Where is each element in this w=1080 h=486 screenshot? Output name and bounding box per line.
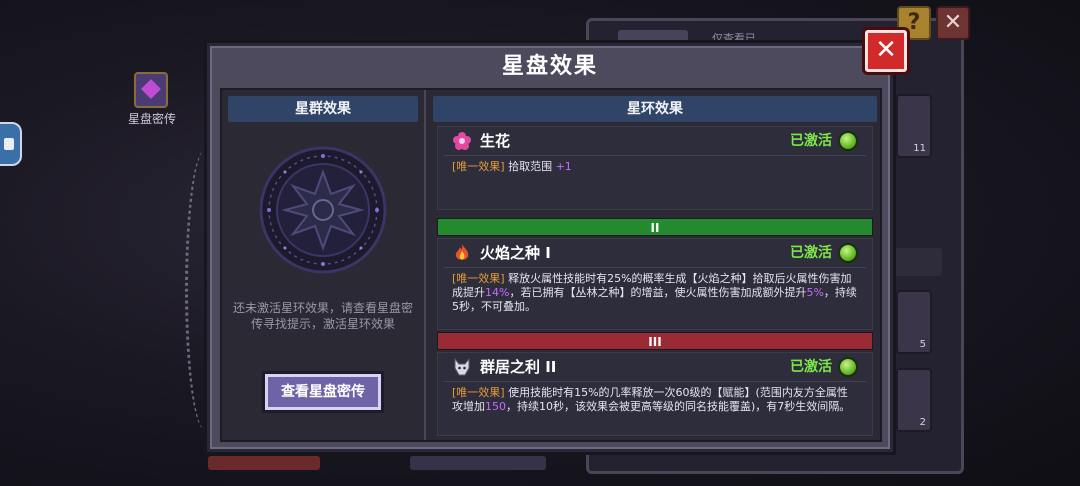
effect-card: 火焰之种 I 已激活 [唯一效果] 释放火属性技能时有25%的概率生成【火焰之种… bbox=[437, 238, 873, 330]
effect-name: 生花 bbox=[480, 132, 511, 150]
close-button[interactable]: ✕ bbox=[865, 30, 907, 72]
dialog-title: 星盘效果 bbox=[501, 54, 598, 79]
constellation-hint: 还未激活星环效果，请查看星盘密传寻找提示，激活星环效果 bbox=[232, 301, 413, 331]
active-indicator-icon bbox=[838, 131, 858, 151]
wolf-pack-icon bbox=[454, 357, 470, 376]
background-bottom-button[interactable] bbox=[410, 456, 546, 470]
starchart-label: 星盘密传 bbox=[127, 112, 176, 126]
effect-description: [唯一效果] 释放火属性技能时有25%的概率生成【火焰之种】拾取后火属性伤害加成… bbox=[444, 267, 866, 318]
effect-status: 已激活 bbox=[790, 359, 832, 375]
effect-name: 火焰之种 I bbox=[480, 244, 551, 262]
tier-divider: II bbox=[437, 218, 873, 236]
starchart-effects-dialog: 星盘效果 ✕ 星群效果 还未激活星环效果，请查看星盘密传寻找提示，激活星环效果 bbox=[207, 30, 907, 452]
active-indicator-icon bbox=[838, 357, 858, 377]
starchart-icon[interactable] bbox=[134, 72, 168, 108]
effect-tag: [唯一效果] bbox=[452, 272, 505, 285]
effect-name: 群居之利 II bbox=[480, 358, 557, 376]
side-tab-button[interactable] bbox=[0, 122, 22, 166]
star-dial-icon bbox=[259, 146, 387, 274]
inventory-slot[interactable]: 5 bbox=[896, 290, 932, 354]
background-bar bbox=[890, 248, 942, 276]
background-close-button[interactable]: ✕ bbox=[936, 6, 970, 40]
effect-description: [唯一效果] 拾取范围 +1 bbox=[444, 155, 866, 178]
dialog-content: 星群效果 还未激活星环效果，请查看星盘密传寻找提示，激活星环效果 查看星盘密传 bbox=[220, 88, 882, 442]
star-ring-header: 星环效果 bbox=[433, 96, 877, 122]
tier-divider: III bbox=[437, 332, 873, 350]
background-bottom-button[interactable] bbox=[208, 456, 320, 470]
inventory-slot[interactable]: 11 bbox=[896, 94, 932, 158]
effect-tag: [唯一效果] bbox=[452, 386, 505, 399]
flower-icon bbox=[453, 132, 471, 150]
effect-status: 已激活 bbox=[790, 245, 832, 261]
active-indicator-icon bbox=[838, 243, 858, 263]
constellation-header: 星群效果 bbox=[228, 96, 418, 122]
effect-tag: [唯一效果] bbox=[452, 160, 505, 173]
fire-seed-icon bbox=[455, 244, 469, 260]
inventory-slot[interactable]: 2 bbox=[896, 368, 932, 432]
column-divider bbox=[424, 90, 426, 440]
effect-status: 已激活 bbox=[790, 133, 832, 149]
constellation-panel: 星群效果 还未激活星环效果，请查看星盘密传寻找提示，激活星环效果 查看星盘密传 bbox=[228, 96, 418, 434]
effect-description: [唯一效果] 使用技能时有15%的几率释放一次60级的【赋能】(范围内友方全属性… bbox=[444, 381, 866, 418]
effect-card: 生花 已激活 [唯一效果] 拾取范围 +1 bbox=[437, 126, 873, 210]
view-starchart-lore-button[interactable]: 查看星盘密传 bbox=[265, 374, 381, 410]
star-ring-panel: 星环效果 生花 已激活 [唯一效果] 拾取范围 +1 II 火焰之种 I 已激活… bbox=[433, 96, 877, 436]
effect-card: 群居之利 II 已激活 [唯一效果] 使用技能时有15%的几率释放一次60级的【… bbox=[437, 352, 873, 436]
